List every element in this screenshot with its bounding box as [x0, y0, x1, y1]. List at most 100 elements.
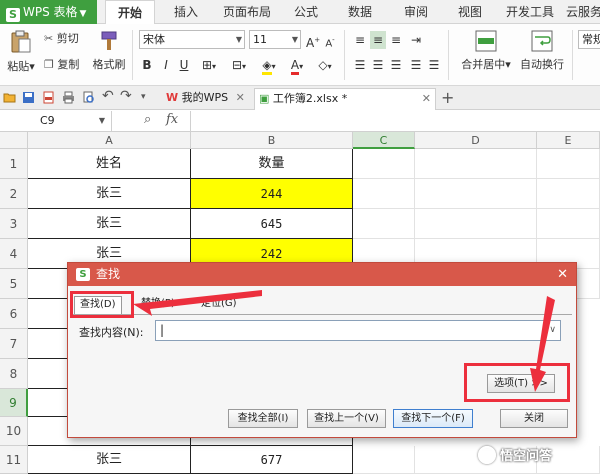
align-middle-icon[interactable]: ≡	[370, 31, 386, 49]
column-header-e[interactable]: E	[537, 132, 600, 149]
row-header-9[interactable]: 9	[0, 389, 28, 417]
close-button[interactable]: 关闭	[500, 409, 568, 428]
align-top-icon[interactable]: ≡	[352, 31, 368, 49]
cell-c11[interactable]	[353, 446, 415, 474]
column-header-d[interactable]: D	[415, 132, 537, 149]
close-icon[interactable]: ✕	[557, 263, 568, 286]
tab-replace[interactable]: 替换(P)	[136, 296, 180, 314]
justify-icon[interactable]: ☰	[408, 56, 424, 74]
format-painter-button[interactable]: 格式刷	[92, 30, 126, 72]
distribute-icon[interactable]: ☰	[426, 56, 442, 74]
row-header-1[interactable]: 1	[0, 149, 28, 179]
cell-c1[interactable]	[353, 149, 415, 179]
underline-icon[interactable]: U	[178, 56, 190, 74]
cell-e1[interactable]	[537, 149, 600, 179]
cell-d2[interactable]	[415, 179, 537, 209]
paste-button[interactable]: 粘贴▾	[6, 30, 36, 74]
open-folder-icon[interactable]	[3, 91, 16, 104]
align-bottom-icon[interactable]: ≡	[388, 31, 404, 49]
print-preview-icon[interactable]	[82, 91, 95, 104]
column-header-c[interactable]: C	[353, 132, 415, 149]
save-icon[interactable]	[22, 91, 35, 104]
indent-icon[interactable]: ⇥	[408, 31, 424, 49]
customize-arrow-icon[interactable]: ▾	[141, 90, 154, 103]
cell-e2[interactable]	[537, 179, 600, 209]
row-header-3[interactable]: 3	[0, 209, 28, 239]
chevron-down-icon[interactable]: ∨	[549, 321, 556, 340]
fill-color-icon[interactable]: ◈▾	[258, 56, 280, 75]
cell-e3[interactable]	[537, 209, 600, 239]
cell-b3[interactable]: 645	[191, 209, 353, 239]
wrap-text-button[interactable]: 自动换行	[518, 30, 566, 72]
cell-d1[interactable]	[415, 149, 537, 179]
row-header-7[interactable]: 7	[0, 329, 28, 359]
cell-c2[interactable]	[353, 179, 415, 209]
cell-b2[interactable]: 244	[191, 179, 353, 209]
tab-goto[interactable]: 定位(G)	[196, 296, 242, 314]
column-header-a[interactable]: A	[28, 132, 191, 149]
export-pdf-icon[interactable]	[42, 91, 55, 104]
align-center-icon[interactable]: ☰	[370, 56, 386, 74]
font-name-select[interactable]: 宋体 ▼	[139, 30, 245, 49]
cell-d3[interactable]	[415, 209, 537, 239]
name-box[interactable]: C9 ▼	[0, 111, 112, 131]
print-icon[interactable]	[62, 91, 75, 104]
zoom-search-icon[interactable]: ⌕	[144, 112, 151, 127]
menu-tab-insert[interactable]: 插入	[166, 0, 206, 24]
close-icon[interactable]: ✕	[236, 91, 245, 104]
menu-tab-home[interactable]: 开始	[105, 0, 155, 25]
formula-input[interactable]	[190, 111, 600, 131]
font-color-icon[interactable]: A▾	[286, 56, 308, 75]
redo-icon[interactable]: ↷	[120, 89, 133, 103]
cell-a1[interactable]: 姓名	[28, 149, 191, 179]
row-header-11[interactable]: 11	[0, 446, 28, 474]
cell-a11[interactable]: 张三	[28, 446, 191, 474]
cell-b1[interactable]: 数量	[191, 149, 353, 179]
menu-tab-review[interactable]: 审阅	[396, 0, 436, 24]
align-right-icon[interactable]: ☰	[388, 56, 404, 74]
dialog-title-bar[interactable]: S 查找 ✕	[68, 263, 576, 286]
close-icon[interactable]: ✕	[422, 89, 431, 109]
find-previous-button[interactable]: 查找上一个(V)	[307, 409, 386, 428]
number-format-select[interactable]: 常规	[578, 30, 600, 49]
cell-a3[interactable]: 张三	[28, 209, 191, 239]
cut-button[interactable]: ✂ 剪切	[44, 30, 79, 48]
row-header-2[interactable]: 2	[0, 179, 28, 209]
menu-tab-data[interactable]: 数据	[340, 0, 380, 24]
font-size-select[interactable]: 11 ▼	[249, 30, 301, 49]
merge-small-icon[interactable]: ⊟▾	[228, 56, 250, 74]
italic-icon[interactable]: I	[160, 56, 172, 74]
undo-icon[interactable]: ↶	[102, 89, 115, 103]
row-header-8[interactable]: 8	[0, 359, 28, 389]
bold-icon[interactable]: B	[141, 56, 153, 74]
menu-tab-formulas[interactable]: 公式	[286, 0, 326, 24]
cell-c3[interactable]	[353, 209, 415, 239]
cell-b11[interactable]: 677	[191, 446, 353, 474]
menu-tab-developer[interactable]: 开发工具	[504, 0, 556, 24]
menu-tab-page-layout[interactable]: 页面布局	[218, 0, 276, 24]
decrease-font-icon[interactable]: A-	[323, 31, 337, 49]
row-header-6[interactable]: 6	[0, 299, 28, 329]
row-header-5[interactable]: 5	[0, 269, 28, 299]
new-tab-plus-icon[interactable]: +	[441, 87, 454, 109]
copy-button[interactable]: ❐ 复制	[44, 56, 79, 74]
clear-format-icon[interactable]: ◇▾	[314, 56, 336, 74]
row-header-10[interactable]: 10	[0, 417, 28, 446]
row-header-4[interactable]: 4	[0, 239, 28, 269]
align-left-icon[interactable]: ☰	[352, 56, 368, 74]
border-icon[interactable]: ⊞▾	[198, 56, 220, 74]
select-all-corner[interactable]	[0, 132, 28, 149]
cell-a2[interactable]: 张三	[28, 179, 191, 209]
find-next-button[interactable]: 查找下一个(F)	[393, 409, 473, 428]
merge-center-button[interactable]: 合并居中▾	[456, 30, 516, 72]
function-icon[interactable]: fx	[166, 112, 178, 127]
tab-my-wps[interactable]: W 我的WPS ✕	[162, 88, 252, 110]
column-header-b[interactable]: B	[191, 132, 353, 149]
menu-tab-cloud[interactable]: 云服务	[566, 0, 600, 24]
find-content-input[interactable]: | ∨	[155, 320, 561, 341]
app-menu-button[interactable]: S WPS 表格 ▼	[0, 0, 97, 24]
menu-tab-view[interactable]: 视图	[450, 0, 490, 24]
tab-workbook[interactable]: ▣ 工作簿2.xlsx * ✕	[254, 88, 436, 110]
increase-font-icon[interactable]: A+	[306, 31, 320, 50]
find-all-button[interactable]: 查找全部(I)	[228, 409, 298, 428]
